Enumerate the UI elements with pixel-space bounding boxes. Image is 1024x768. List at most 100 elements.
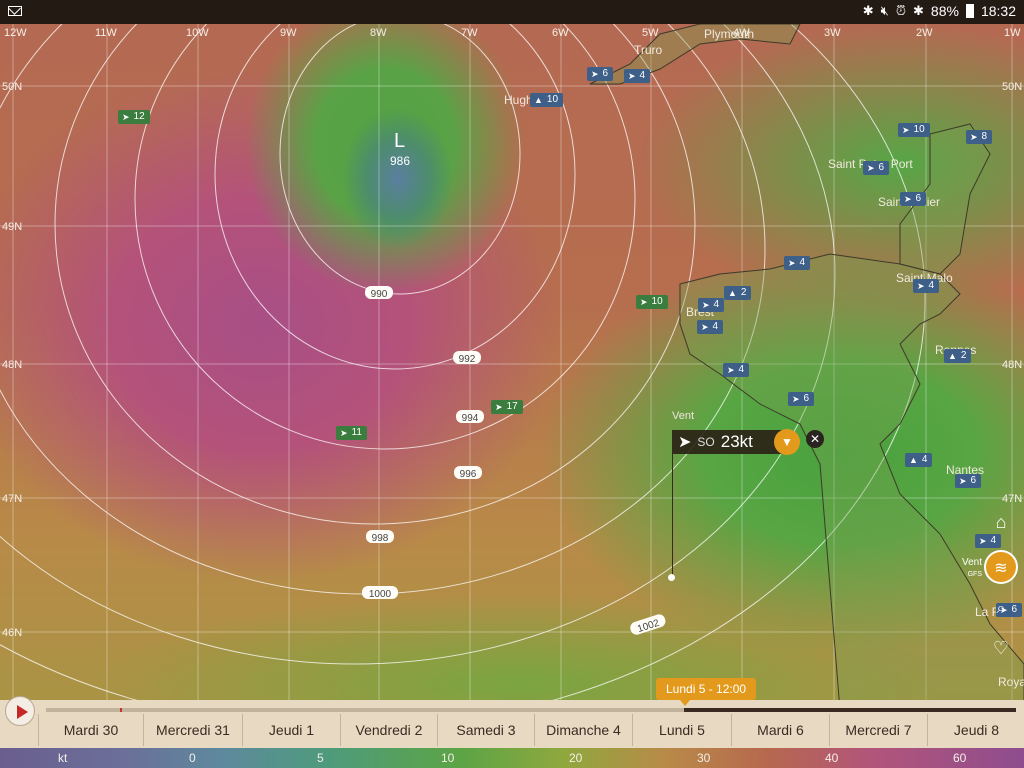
wind-marker[interactable]: ➤ 4 <box>624 69 651 83</box>
wind-marker[interactable]: ➤ 12 <box>118 110 150 124</box>
lat-label: 48N <box>2 359 22 371</box>
scale-value: 5 <box>317 751 324 765</box>
low-pressure-letter: L <box>394 130 406 152</box>
timeline-progress-track[interactable] <box>46 708 1016 712</box>
search-icon[interactable]: ⌕ <box>990 600 1012 622</box>
heart-icon[interactable]: ♡ <box>990 638 1012 660</box>
wind-arrow-icon: ➤ <box>628 71 636 81</box>
lon-label: 1W <box>1004 27 1021 39</box>
wind-marker[interactable]: ➤ 4 <box>975 534 1002 548</box>
timeline-day[interactable]: Dimanche 4 <box>534 714 632 746</box>
wind-marker[interactable]: ➤ 4 <box>784 256 811 270</box>
play-button[interactable] <box>5 696 35 726</box>
isobar-label: 992 <box>459 354 476 365</box>
timeline-day[interactable]: Mardi 30 <box>38 714 143 746</box>
bluetooth-connected-icon: ✱ <box>913 3 924 18</box>
lat-label: 47N <box>1002 493 1022 505</box>
timeline-day[interactable]: Vendredi 2 <box>340 714 437 746</box>
wind-marker[interactable]: ➤ 4 <box>698 298 725 312</box>
scale-value: 0 <box>189 751 196 765</box>
wind-marker[interactable]: ➤ 11 <box>336 426 367 440</box>
wind-arrow-icon: ➤ <box>959 476 967 486</box>
wind-arrow-icon: ➤ <box>727 365 735 375</box>
isobar-label: 1000 <box>369 589 392 600</box>
weather-map[interactable]: 12W 11W 10W 9W 8W 7W 6W 5W 4W 3W 2W 1W 5… <box>0 24 1024 710</box>
wind-marker[interactable]: ▲ 10 <box>530 93 564 107</box>
wind-arrow-icon: ➤ <box>792 394 800 404</box>
lon-label: 12W <box>4 27 27 39</box>
lon-label: 9W <box>280 27 297 39</box>
current-time-badge[interactable]: Lundi 5 - 12:00 <box>656 678 757 706</box>
city-label: Roya <box>998 675 1024 689</box>
lon-label: 10W <box>186 27 209 39</box>
timeline-day[interactable]: Lundi 5 <box>632 714 731 746</box>
wind-marker[interactable]: ▲ 2 <box>724 286 752 300</box>
wind-marker[interactable]: ➤ 8 <box>966 130 993 144</box>
wind-marker[interactable]: ➤ 6 <box>863 161 890 175</box>
wind-readout[interactable]: ➤ SO 23kt <box>672 430 786 454</box>
status-bar: ✱ 🔇︎ ⏰︎ ✱ 88% 18:32 <box>0 0 1024 24</box>
coastlines <box>589 24 1024 710</box>
timeline-day[interactable]: Mardi 6 <box>731 714 829 746</box>
wind-arrow-icon: ➤ <box>122 112 130 122</box>
timeline-day[interactable]: Jeudi 1 <box>242 714 340 746</box>
timeline-day[interactable]: Mercredi 7 <box>829 714 927 746</box>
popup-anchor-dot[interactable] <box>668 574 675 581</box>
wind-arrow-icon: ▲ <box>948 351 957 361</box>
lon-label: 11W <box>95 27 117 39</box>
wind-arrow-icon: ➤ <box>702 300 710 310</box>
wind-marker[interactable]: ➤ 4 <box>697 320 724 334</box>
bluetooth-icon: ✱ <box>862 3 874 18</box>
wind-direction-arrow-icon: ➤ <box>678 434 692 451</box>
timeline-day[interactable]: Mercredi 31 <box>143 714 242 746</box>
mail-notification-icon <box>8 6 22 16</box>
timeline-day[interactable]: Jeudi 8 <box>927 714 1024 746</box>
wind-marker[interactable]: ➤ 6 <box>788 392 815 406</box>
scale-value: 10 <box>441 751 455 765</box>
alarm-icon: ⏰︎ <box>895 3 907 18</box>
timeline-day[interactable]: Samedi 3 <box>437 714 534 746</box>
wind-arrow-icon: ➤ <box>970 132 978 142</box>
wind-layer-button[interactable]: ≋ <box>984 550 1018 584</box>
wind-marker[interactable]: ▲ 2 <box>944 349 972 363</box>
wind-arrow-icon: ➤ <box>902 125 910 135</box>
isobar-label: 996 <box>460 469 477 480</box>
lat-label: 50N <box>2 81 22 93</box>
lon-label: 7W <box>461 27 478 39</box>
timeline-now-marker <box>120 708 122 712</box>
city-label: Plymouth <box>704 27 754 41</box>
wind-arrow-icon: ➤ <box>640 297 648 307</box>
home-icon[interactable]: ⌂ <box>990 512 1012 534</box>
wind-arrow-icon: ➤ <box>340 428 348 438</box>
wind-marker[interactable]: ➤ 4 <box>723 363 750 377</box>
scale-value: 20 <box>569 751 583 765</box>
close-icon[interactable]: ✕ <box>806 430 824 448</box>
wind-arrow-icon: ▲ <box>909 455 918 465</box>
wind-marker[interactable]: ➤ 6 <box>587 67 614 81</box>
wind-marker[interactable]: ▲ 4 <box>905 453 933 467</box>
wind-marker[interactable]: ➤ 6 <box>900 192 927 206</box>
wind-marker[interactable]: ➤ 6 <box>955 474 982 488</box>
isobar-label: 994 <box>462 413 479 424</box>
wind-speed-scale: kt 0 5 10 20 30 40 60 <box>0 748 1024 768</box>
wind-arrow-icon: ➤ <box>867 163 875 173</box>
wind-marker[interactable]: ➤ 10 <box>636 295 668 309</box>
wind-arrow-icon: ➤ <box>904 194 912 204</box>
wind-marker[interactable]: ➤ 17 <box>491 400 523 414</box>
chevron-down-icon[interactable]: ▼ <box>774 429 800 455</box>
scale-unit: kt <box>58 751 68 765</box>
lat-label: 48N <box>1002 359 1022 371</box>
clock: 18:32 <box>980 3 1016 19</box>
low-pressure-value: 986 <box>390 154 411 168</box>
city-label: Hugh <box>504 93 533 107</box>
scale-value: 40 <box>825 751 839 765</box>
lon-label: 8W <box>370 27 387 39</box>
lat-label: 49N <box>2 221 22 233</box>
wind-arrow-icon: ➤ <box>495 402 503 412</box>
timeline-progress-fill <box>46 708 685 712</box>
wind-marker[interactable]: ➤ 10 <box>898 123 930 137</box>
wind-marker[interactable]: ➤ 4 <box>913 279 940 293</box>
wind-arrow-icon: ▲ <box>534 95 543 105</box>
lon-label: 2W <box>916 27 933 39</box>
lon-label: 3W <box>824 27 841 39</box>
